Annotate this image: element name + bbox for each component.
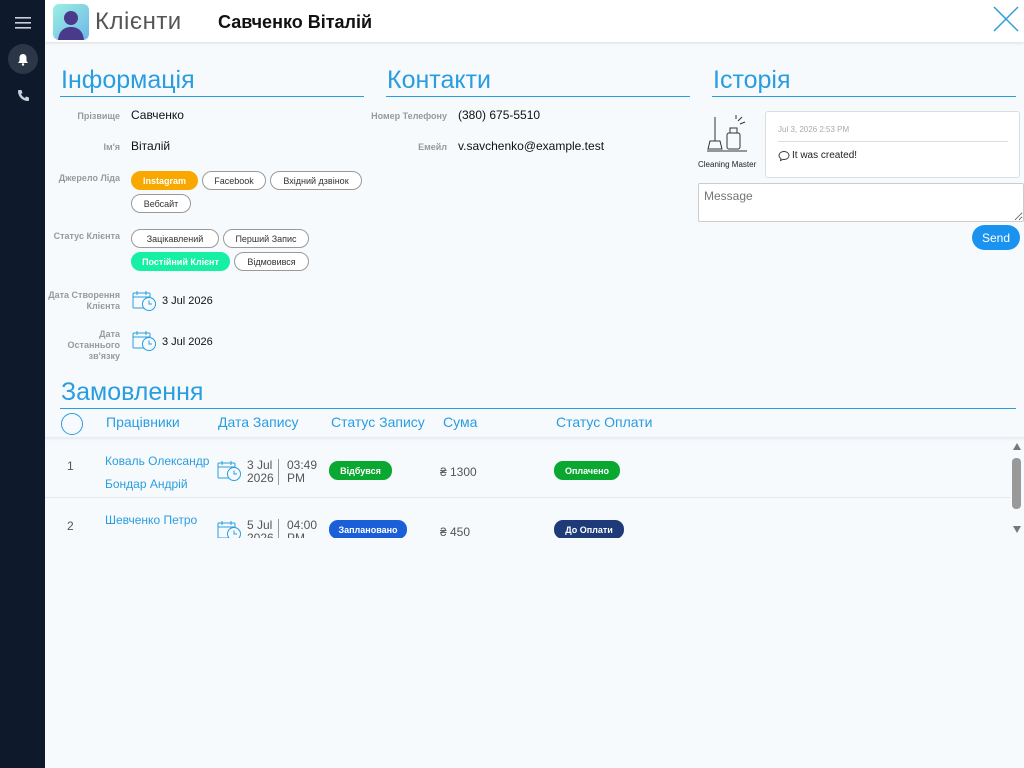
contacts-section-divider (386, 96, 690, 97)
info-section-title: Інформація (61, 66, 195, 94)
menu-icon[interactable] (8, 8, 38, 38)
info-section-divider (60, 96, 364, 97)
created-date-value[interactable]: 3 Jul 2026 (162, 295, 213, 307)
calendar-clock-icon (217, 520, 243, 538)
history-author: Cleaning Master (698, 160, 757, 169)
booking-date-year: 2026 (247, 531, 274, 539)
row-number: 2 (67, 519, 74, 533)
phone-value[interactable]: (380) 675-5510 (458, 108, 540, 122)
client-avatar (53, 4, 89, 40)
history-entry: Jul 3, 2026 2:53 PM It was created! (765, 111, 1020, 178)
surname-label: Прізвище (77, 111, 120, 121)
history-section-divider (712, 96, 1016, 97)
calendar-clock-icon (217, 460, 243, 482)
history-entry-divider (778, 141, 1008, 142)
booking-status-badge[interactable]: Відбувся (329, 461, 392, 480)
send-button[interactable]: Send (972, 225, 1020, 250)
booking-time: 03:49 PM (278, 459, 317, 485)
email-value[interactable]: v.savchenko@example.test (458, 139, 604, 153)
calendar-clock-icon[interactable] (132, 330, 158, 352)
sidebar (0, 0, 45, 768)
history-section-title: Історія (713, 66, 791, 94)
orders-scrollbar[interactable] (1010, 440, 1024, 538)
booking-time: 04:00 PM (278, 519, 317, 538)
order-amount: ₴ 1300 (440, 465, 477, 479)
lead-source-label: Джерело Ліда (58, 173, 120, 183)
calendar-clock-icon[interactable] (132, 290, 158, 312)
app-title: Клієнти (95, 8, 182, 35)
surname-value[interactable]: Савченко (131, 108, 184, 122)
column-header-booking-date[interactable]: Дата Запису (218, 414, 299, 430)
payment-status-badge[interactable]: До Оплати (554, 520, 624, 538)
lead-source-instagram[interactable]: Instagram (131, 171, 198, 190)
contacts-section-title: Контакти (387, 66, 491, 94)
worker-link[interactable]: Бондар Андрій (105, 477, 188, 491)
lead-source-website[interactable]: Вебсайт (131, 194, 191, 213)
email-label: Емейл (418, 142, 447, 152)
last-contact-date-value[interactable]: 3 Jul 2026 (162, 336, 213, 348)
lead-source-facebook[interactable]: Facebook (202, 171, 266, 190)
history-entry-text: It was created! (792, 150, 858, 161)
top-bar: Клієнти Савченко Віталій (45, 0, 1024, 42)
column-header-booking-status[interactable]: Статус Запису (331, 414, 425, 430)
status-first-booking[interactable]: Перший Запис (223, 229, 309, 248)
column-header-workers[interactable]: Працівники (106, 414, 180, 430)
row-number: 1 (67, 459, 74, 473)
payment-status-badge[interactable]: Оплачено (554, 461, 620, 480)
worker-link[interactable]: Коваль Олександр (105, 454, 209, 468)
cleaning-tools-icon (707, 115, 747, 155)
created-date-label: Дата Створення Клієнта (48, 290, 120, 311)
booking-time-ampm: PM (287, 471, 305, 485)
phone-icon[interactable] (8, 80, 38, 110)
orders-table: 1 Коваль Олександр Бондар Андрій 3 Jul 2… (45, 438, 1010, 538)
history-entry-date: Jul 3, 2026 2:53 PM (778, 125, 850, 134)
orders-section-title: Замовлення (61, 378, 204, 406)
chat-bubble-icon (778, 149, 790, 162)
booking-status-badge[interactable]: Заплановано (329, 520, 407, 538)
column-header-payment-status[interactable]: Статус Оплати (556, 414, 653, 430)
booking-date: 3 Jul 2026 (247, 459, 274, 485)
status-refused[interactable]: Відмовився (234, 252, 309, 271)
name-label: Ім'я (103, 142, 120, 152)
client-name: Савченко Віталій (218, 12, 373, 32)
last-contact-label: Дата Останнього зв'язку (67, 329, 120, 361)
worker-link[interactable]: Шевченко Петро (105, 513, 197, 527)
booking-date: 5 Jul 2026 (247, 519, 274, 539)
booking-time-ampm: PM (287, 531, 305, 539)
orders-section-divider (60, 408, 1016, 409)
message-input[interactable] (698, 183, 1024, 222)
select-all-checkbox[interactable] (61, 413, 83, 435)
phone-label: Номер Телефону (371, 111, 447, 121)
lead-source-incoming-call[interactable]: Вхідний дзвінок (270, 171, 362, 190)
name-value[interactable]: Віталій (131, 139, 170, 153)
column-header-amount[interactable]: Сума (443, 414, 477, 430)
row-divider (45, 497, 1010, 498)
close-icon[interactable] (991, 4, 1021, 34)
client-status-label: Статус Клієнта (53, 231, 120, 241)
booking-date-year: 2026 (247, 471, 274, 485)
order-amount: ₴ 450 (440, 525, 471, 538)
status-interested[interactable]: Зацікавлений (131, 229, 219, 248)
bell-icon[interactable] (8, 44, 38, 74)
status-regular-client[interactable]: Постійний Клієнт (131, 252, 230, 271)
scrollbar-thumb[interactable] (1012, 458, 1021, 509)
